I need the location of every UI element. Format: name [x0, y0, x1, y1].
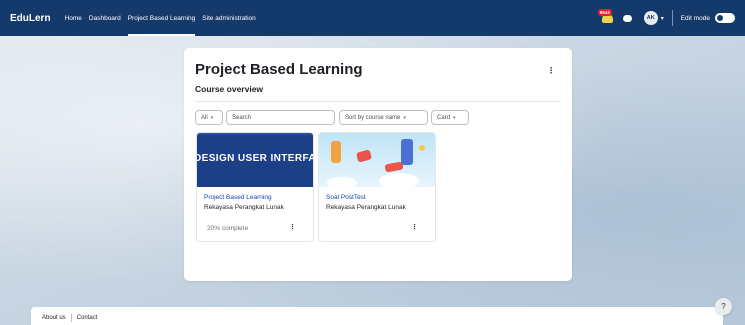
chat-icon[interactable] — [622, 14, 632, 22]
navbar-user-area: 9843 AK ▾ Edit mode — [597, 0, 735, 36]
sort-dropdown[interactable]: Sort by course name ▾ — [339, 110, 428, 125]
chevron-down-icon[interactable]: ▾ — [661, 15, 664, 22]
kebab-icon[interactable]: ⋮ — [411, 223, 418, 231]
chevron-down-icon: ▾ — [453, 114, 456, 121]
illustration-person — [401, 139, 413, 165]
search-input[interactable]: Search — [226, 110, 335, 125]
notifications-button[interactable]: 9843 — [597, 9, 615, 25]
illustration-star — [419, 145, 425, 151]
brand-logo[interactable]: EduLern — [10, 13, 51, 24]
edit-mode-label: Edit mode — [680, 14, 710, 22]
footer-links: About us Contact — [42, 314, 97, 322]
kebab-icon[interactable]: ⋮ — [547, 66, 555, 75]
footer: About us Contact — [31, 307, 723, 325]
chevron-down-icon: ▾ — [403, 114, 406, 121]
illustration-rocket — [384, 161, 404, 173]
course-name-link[interactable]: Project Based Learning — [204, 194, 272, 201]
course-image[interactable] — [319, 133, 435, 187]
view-value: Card — [437, 114, 451, 121]
sort-value: Sort by course name — [345, 114, 401, 121]
section-title: Course overview — [195, 84, 264, 94]
course-filters: All ▾ Search Sort by course name ▾ Card … — [195, 110, 565, 125]
illustration-book — [355, 149, 373, 163]
user-avatar[interactable]: AK — [643, 11, 658, 25]
grouping-value: All — [201, 114, 208, 121]
section-divider — [195, 101, 561, 102]
course-progress: 20% complete — [207, 225, 249, 232]
nav-dashboard[interactable]: Dashboard — [89, 0, 121, 36]
course-card[interactable]: DESIGN USER INTERFACE Project Based Lear… — [196, 132, 314, 242]
grouping-dropdown[interactable]: All ▾ — [195, 110, 223, 125]
nav-project-based-learning[interactable]: Project Based Learning — [127, 0, 195, 36]
course-image[interactable]: DESIGN USER INTERFACE — [197, 133, 313, 187]
course-category: Rekayasa Perangkat Lunak — [326, 204, 406, 211]
course-overview-panel: Project Based Learning ⋮ Course overview… — [184, 48, 572, 281]
chevron-down-icon: ▾ — [210, 114, 214, 121]
course-category: Rekayasa Perangkat Lunak — [204, 204, 284, 211]
footer-about-us[interactable]: About us — [42, 315, 66, 321]
footer-divider — [70, 314, 72, 322]
footer-contact[interactable]: Contact — [77, 315, 98, 321]
top-navbar: EduLern Home Dashboard Project Based Lea… — [0, 0, 745, 36]
nav-home[interactable]: Home — [65, 0, 82, 36]
nav-site-administration[interactable]: Site administration — [202, 0, 255, 36]
edit-mode-toggle[interactable] — [715, 13, 735, 23]
course-name-link[interactable]: Soal PostTest — [326, 194, 366, 201]
course-card[interactable]: Soal PostTest Rekayasa Perangkat Lunak ⋮ — [318, 132, 436, 242]
toggle-knob — [717, 15, 723, 21]
view-dropdown[interactable]: Card ▾ — [431, 110, 469, 125]
illustration-person — [331, 141, 341, 163]
course-image-text: DESIGN USER INTERFACE — [197, 153, 313, 164]
help-button[interactable]: ? — [715, 298, 732, 315]
navbar-divider — [671, 10, 673, 26]
page-title: Project Based Learning — [195, 61, 363, 78]
search-placeholder: Search — [232, 114, 252, 121]
notification-count-badge: 9843 — [597, 9, 612, 16]
kebab-icon[interactable]: ⋮ — [289, 223, 296, 231]
